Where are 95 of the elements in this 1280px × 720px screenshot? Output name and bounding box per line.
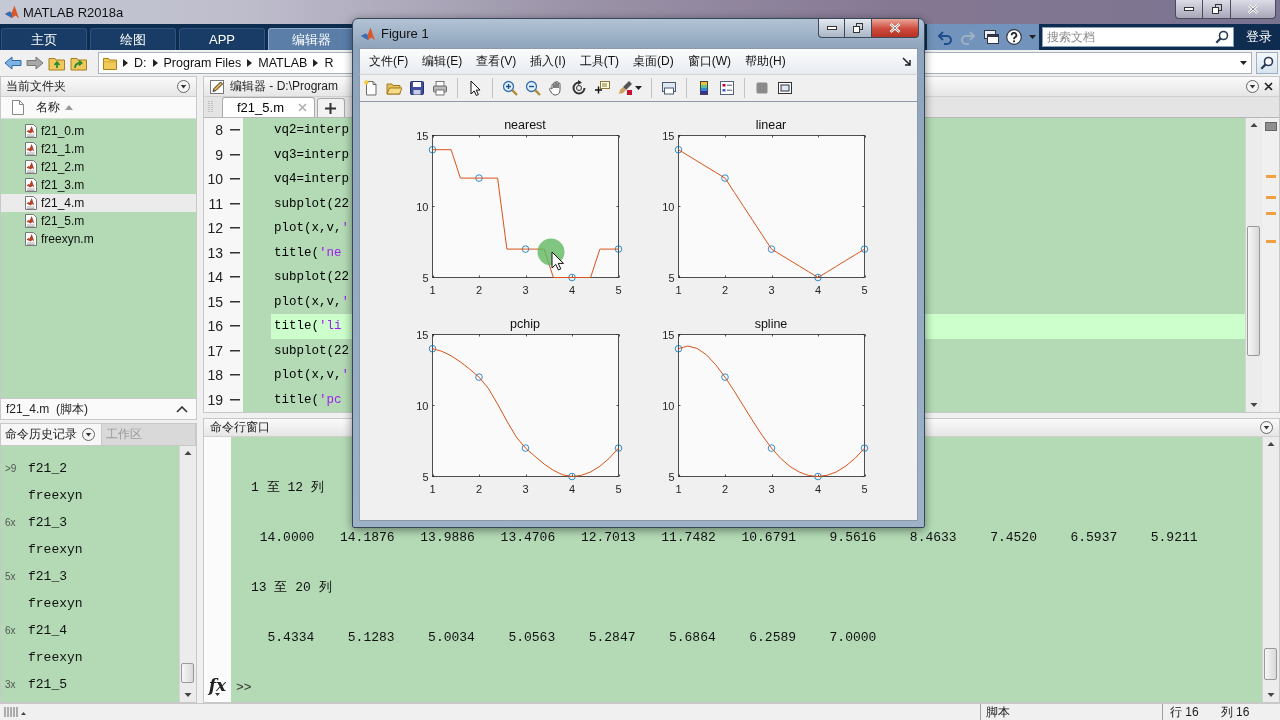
code-line: plot(x,v,' [273,220,350,238]
output-value: 12.7013 [580,529,636,545]
status-mode: 脚本 [980,703,1162,720]
tick-label: 10 [662,200,675,213]
output-value: 5.9211 [1150,529,1198,545]
line-number: 19 [206,391,223,408]
run-count: 6x [5,517,16,528]
tick-label: 2 [721,283,729,296]
tick-label: 15 [416,129,429,142]
tick-label: 5 [861,482,868,495]
line-number: 9 [214,146,223,163]
panel-title: 命令行窗口 [210,419,270,436]
tick-label: 15 [416,328,429,341]
line-number: 14 [206,269,223,286]
code-line: subplot(22 [273,195,349,213]
window-title: Figure 1 [381,26,429,41]
tick-label: 15 [662,328,675,341]
tick-label: 5 [615,283,622,296]
code-line: subplot(22 [273,269,349,287]
tick-label: 10 [662,399,675,412]
line-number: 17 [206,342,223,359]
code-line: title('ne [273,244,342,262]
line-number: 12 [206,220,223,237]
plot-title: nearest [504,118,546,132]
code-line: vq2=interp [273,122,349,140]
tick-label: 5 [668,470,675,483]
tick-label: 3 [522,482,529,495]
run-count: >9 [5,463,17,474]
cursor-line: 行 16 [1170,703,1199,720]
run-count: 3x [5,679,16,690]
line-number: 18 [206,367,223,384]
output-value: 6.5937 [1070,529,1118,545]
output-value: 13.9886 [420,529,475,545]
tick-label: 4 [814,482,822,495]
plot-title: spline [754,317,788,331]
output-value: 10.6791 [741,529,797,545]
window-title: MATLAB R2018a [23,4,124,20]
tick-label: 5 [422,271,429,284]
line-number: 11 [207,195,223,212]
output-value: 5.6864 [668,629,716,645]
output-value: 5.1283 [347,629,395,645]
line-number: 15 [206,293,223,310]
cursor-column: 列 16 [1220,703,1250,720]
tick-label: 3 [768,482,775,495]
tick-label: 4 [814,283,822,296]
tick-label: 4 [568,283,576,296]
code-line: plot(x,v,' [273,293,350,311]
output-value: 5.0563 [508,629,556,645]
tick-label: 2 [721,482,729,495]
panel-title: 当前文件夹 [6,78,66,95]
tick-label: 10 [416,399,429,412]
output-value: 5.2847 [588,629,636,645]
output-value: 5.4334 [267,629,315,645]
tick-label: 5 [861,283,868,296]
tick-label: 1 [429,283,436,296]
tick-label: 5 [422,470,429,483]
tick-label: 2 [475,283,483,296]
plot-title: pchip [510,317,540,331]
tick-label: 10 [416,200,429,213]
output-value: 7.4520 [990,529,1037,545]
line-number: 16 [206,318,223,335]
tick-label: 3 [522,283,529,296]
output-value: 7.0000 [829,629,877,645]
output-value: 5.0034 [428,629,475,645]
code-line: vq3=interp [273,146,349,164]
details-text: f21_4.m (脚本) [6,400,89,418]
code-line: vq4=interp [273,171,349,189]
code-line: subplot(22 [273,342,349,360]
run-count: 5x [5,571,16,582]
output-value: 6.2589 [749,629,797,645]
code-line: title('pc [273,391,342,409]
panel-title: 编辑器 - D:\Program [230,78,338,95]
tick-label: 2 [475,482,483,495]
output-value: 14.1876 [340,529,395,545]
line-number: 13 [206,244,223,261]
run-count: 6x [5,625,16,636]
output-value: 9.5616 [829,529,877,545]
line-number: 8 [214,122,223,139]
output-value: 14.0000 [259,529,315,545]
tick-label: 4 [568,482,576,495]
column-range-text: 1 至 12 列 [251,479,324,496]
tick-label: 5 [615,482,622,495]
column-range-text: 13 至 20 列 [251,579,332,596]
code-line: plot(x,v,' [273,367,350,385]
tick-label: 1 [429,482,436,495]
tick-label: 1 [675,283,682,296]
plot-title: linear [755,118,787,132]
tick-label: 3 [768,283,775,296]
tick-label: 1 [675,482,682,495]
output-value: 13.4706 [500,529,556,545]
tick-label: 15 [662,129,675,142]
tick-label: 5 [668,271,675,284]
line-number: 10 [206,171,223,188]
output-value: 8.4633 [909,529,957,545]
output-value: 11.7482 [661,529,716,545]
